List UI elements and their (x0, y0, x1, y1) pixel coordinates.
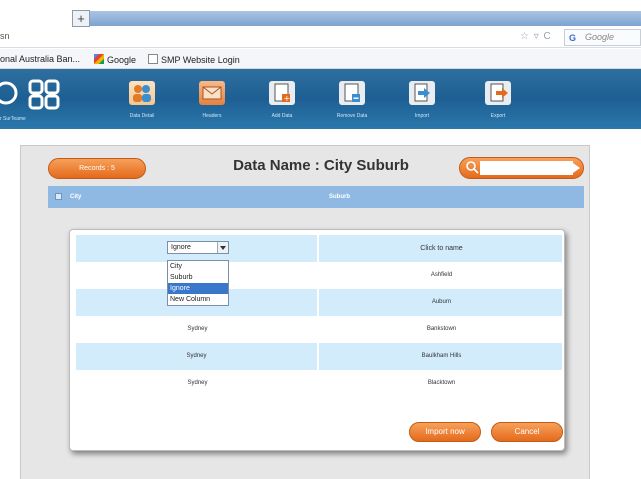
dropdown-option-city[interactable]: City (168, 261, 228, 272)
page-title: Data Name : City Suburb (233, 157, 409, 174)
select-all-checkbox[interactable] (55, 193, 62, 200)
table-header-row: City Suburb (48, 186, 584, 208)
mapping-cell: Ignore (76, 235, 319, 262)
export-icon (485, 81, 511, 105)
main-content: Records : 5 Data Name : City Suburb City… (0, 129, 641, 479)
envelope-icon (199, 81, 225, 105)
bookmarks-bar: onal Australia Ban... Google SMP Website… (0, 49, 641, 69)
suburb-cell: Ashfield (430, 272, 453, 278)
records-count-button[interactable]: Records : 5 (48, 158, 146, 179)
dropdown-option-ignore[interactable]: Ignore (168, 283, 228, 294)
city-cell: Sydney (76, 343, 319, 370)
toolbar-headers-button[interactable]: Headers (182, 69, 242, 129)
table-row: Sydney Bankstown (76, 316, 562, 343)
remove-document-icon (339, 81, 365, 105)
bookmark-national-australia-bank[interactable]: onal Australia Ban... (0, 54, 80, 64)
app-logo-icon (0, 79, 75, 111)
new-tab-button[interactable]: + (72, 10, 90, 27)
import-icon (409, 81, 435, 105)
dropdown-option-suburb[interactable]: Suburb (168, 272, 228, 283)
toolbar-label: Headers (202, 113, 222, 119)
page-favicon-icon (148, 54, 158, 64)
browser-tab-strip: + (0, 0, 641, 28)
toolbar-label: Remove Data (336, 113, 368, 119)
suburb-cell: Bankstown (426, 326, 457, 332)
table-row: Sydney Ashfield (76, 262, 562, 289)
toolbar-label: Export (490, 113, 506, 119)
bookmark-smp-website-login[interactable]: SMP Website Login (148, 54, 240, 65)
bookmark-google[interactable]: Google (94, 54, 136, 65)
mapping-header-row: Ignore Click to name (76, 235, 562, 262)
google-favicon-icon (94, 54, 104, 64)
table-row: Sydney Blacktown (76, 370, 562, 397)
toolbar-remove-data-button[interactable]: Remove Data (322, 69, 382, 129)
city-cell: Sydney (187, 326, 208, 332)
address-bar[interactable]: sn ☆ ▿ C G Google (0, 28, 641, 48)
browser-search-placeholder: Google (585, 32, 615, 42)
import-now-button[interactable]: Import now (409, 422, 481, 442)
bookmark-star-icon[interactable]: ☆ ▿ C (520, 31, 552, 42)
column-header-suburb[interactable]: Suburb (329, 194, 350, 200)
svg-text:+: + (284, 94, 291, 103)
browser-search-box[interactable]: G Google (564, 29, 641, 46)
table-row: Sydney Baulkham Hills (76, 343, 562, 370)
column-header-city[interactable]: City (70, 194, 81, 200)
cancel-button[interactable]: Cancel (491, 422, 563, 442)
add-document-icon: + (269, 81, 295, 105)
google-icon: G (569, 33, 577, 43)
search-icon (465, 160, 479, 174)
toolbar-label: Add Data (271, 113, 293, 119)
chevron-down-icon[interactable] (217, 242, 228, 253)
import-mapping-dialog: Ignore Click to name Sydney Ashfield Syd… (69, 229, 565, 451)
toolbar-export-button[interactable]: Export (468, 69, 528, 129)
url-text[interactable]: sn (0, 31, 10, 41)
table-row: Sydney Auburn (76, 289, 562, 316)
users-icon (129, 81, 155, 105)
data-search (459, 157, 584, 179)
app-toolbar: r SurTeame Data Detail Headers + Add Dat… (0, 69, 641, 129)
city-cell: Sydney (187, 380, 208, 386)
bookmark-label: SMP Website Login (161, 55, 240, 65)
dropdown-option-new-column[interactable]: New Column (168, 294, 228, 305)
toolbar-label: Data Detail (129, 113, 155, 119)
search-go-icon[interactable] (573, 163, 580, 173)
toolbar-data-detail-button[interactable]: Data Detail (112, 69, 172, 129)
toolbar-label: Import (414, 113, 430, 119)
suburb-cell: Baulkham Hills (421, 353, 462, 359)
bookmark-label: onal Australia Ban... (0, 54, 81, 64)
suburb-cell: Auburn (431, 299, 452, 305)
toolbar-add-data-button[interactable]: + Add Data (252, 69, 312, 129)
search-input[interactable] (480, 161, 573, 175)
column-mapping-select[interactable]: Ignore (167, 241, 229, 254)
bookmark-label: Google (107, 55, 137, 65)
click-to-name-cell[interactable]: Click to name (321, 235, 562, 262)
app-logo-label: r SurTeame (0, 116, 26, 122)
suburb-cell: Blacktown (427, 380, 456, 386)
data-panel: Records : 5 Data Name : City Suburb City… (20, 145, 590, 479)
select-value: Ignore (171, 244, 191, 251)
column-mapping-dropdown: City Suburb Ignore New Column (167, 260, 229, 306)
tab-bar (90, 11, 641, 26)
import-preview-grid: Ignore Click to name Sydney Ashfield Syd… (76, 235, 562, 397)
toolbar-import-button[interactable]: Import (392, 69, 452, 129)
